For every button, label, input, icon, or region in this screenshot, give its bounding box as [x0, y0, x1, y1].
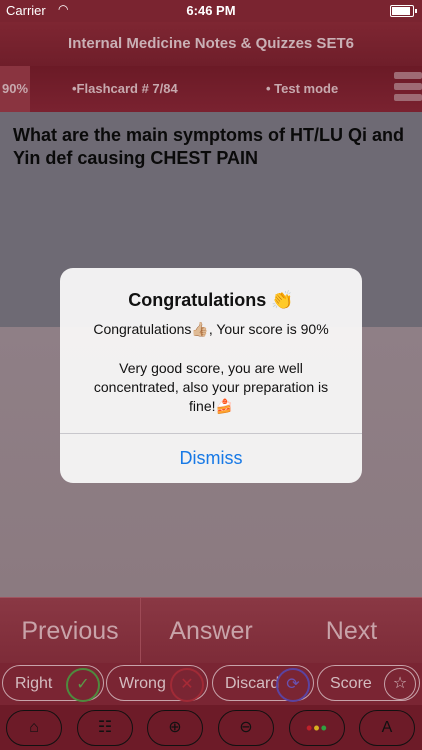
- dismiss-button[interactable]: Dismiss: [60, 434, 362, 483]
- question-text: What are the main symptoms of HT/LU Qi a…: [13, 125, 405, 168]
- home-icon[interactable]: ⌂: [6, 710, 62, 746]
- wrong-label: Wrong: [119, 675, 166, 692]
- score-label: Score: [330, 675, 372, 692]
- menu-icon[interactable]: [394, 72, 422, 106]
- navigation-row: Previous Answer Next: [0, 597, 422, 664]
- mode-indicator: • Test mode: [266, 81, 339, 96]
- score-button[interactable]: Score ☆: [317, 665, 420, 701]
- previous-button[interactable]: Previous: [0, 598, 140, 664]
- zoom-out-icon[interactable]: ⊖: [218, 710, 274, 746]
- tree-icon[interactable]: ☷: [77, 710, 133, 746]
- dialog-title: Congratulations 👏: [128, 290, 294, 310]
- dialog-score-message: Congratulations👍🏼, Your score is 90%: [93, 321, 329, 337]
- bottom-toolbar: ⌂ ☷ ⊕ ⊖ ••• A: [0, 705, 422, 750]
- right-label: Right: [15, 675, 53, 692]
- zoom-in-icon[interactable]: ⊕: [147, 710, 203, 746]
- right-button[interactable]: Right ✓: [2, 665, 104, 702]
- check-icon: ✓: [66, 668, 100, 702]
- color-dots-icon[interactable]: •••: [289, 710, 345, 746]
- dialog-feedback-message: Very good score, you are well concentrat…: [93, 360, 329, 414]
- page-title: Internal Medicine Notes & Quizzes SET6: [68, 35, 354, 52]
- status-bar: Carrier ◠ 6:46 PM: [0, 0, 422, 22]
- cross-icon: ✕: [170, 668, 204, 702]
- star-icon: ☆: [384, 668, 416, 700]
- score-badge: 90%: [0, 66, 30, 112]
- mark-row: Right ✓ Wrong ✕ Discard ⟳ Score ☆: [0, 663, 422, 705]
- answer-button[interactable]: Answer: [140, 598, 281, 664]
- header-bar: Internal Medicine Notes & Quizzes SET6: [0, 22, 422, 66]
- wrong-button[interactable]: Wrong ✕: [106, 665, 208, 702]
- scroll-up-icon[interactable]: A: [359, 710, 415, 746]
- discard-label: Discard: [225, 675, 280, 692]
- flashcard-counter: •Flashcard # 7/84: [72, 81, 178, 96]
- refresh-icon: ⟳: [276, 668, 310, 702]
- congratulations-dialog: Congratulations 👏 Congratulations👍🏼, You…: [60, 268, 362, 483]
- status-time: 6:46 PM: [186, 3, 236, 18]
- info-bar: 90% •Flashcard # 7/84 • Test mode: [0, 66, 422, 112]
- battery-icon: [390, 5, 417, 17]
- discard-button[interactable]: Discard ⟳: [212, 665, 314, 702]
- next-button[interactable]: Next: [281, 598, 422, 664]
